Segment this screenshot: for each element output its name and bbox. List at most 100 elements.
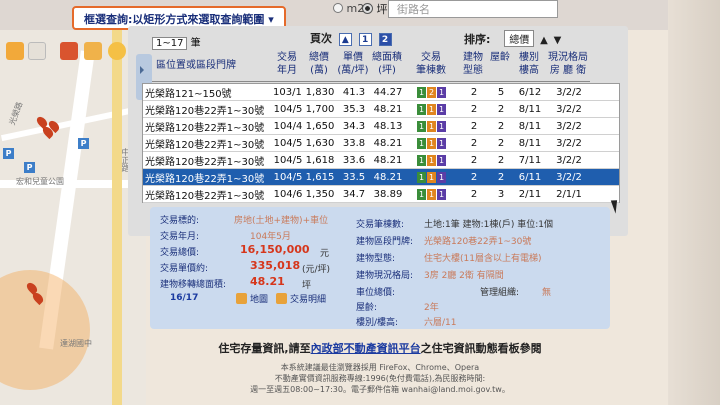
map-view[interactable]: 光榮路 中正路 P P P 宏和兒童公園 達湖國中 xyxy=(0,30,146,405)
table-cell: 48.21 xyxy=(373,103,403,115)
table-cell: 1,615 xyxy=(305,171,335,183)
table-cell: 104/4 xyxy=(273,120,303,132)
transaction-count-badges: 111 xyxy=(405,188,459,200)
table-row[interactable]: 光榮路120巷22弄1~30號 104/5 1,618 33.6 48.21 1 1 1 2 2 7… xyxy=(143,152,619,169)
sort-desc-icon[interactable]: ▼ xyxy=(554,35,562,46)
footer-notice: 住宅存量資訊,請至內政部不動產資訊平台之住宅資訊動態看板參閱 xyxy=(150,340,610,356)
land-count-icon: 1 xyxy=(417,172,426,183)
measure-icon[interactable] xyxy=(84,42,102,60)
sun-icon[interactable] xyxy=(108,42,126,60)
radio-checked-icon xyxy=(362,3,373,14)
sort-select[interactable]: 總價 xyxy=(504,30,535,47)
table-cell: 8/11 xyxy=(518,120,542,132)
table-cell: 2 xyxy=(470,154,478,166)
table-row[interactable]: 光榮路121~150號103/111,83041.344.27121256/12… xyxy=(143,84,619,101)
parking-icon: P xyxy=(78,138,89,149)
map-main-road xyxy=(112,30,122,405)
column-header: 單價 (萬/坪) xyxy=(336,48,370,82)
area-value: 48.21 xyxy=(250,275,285,288)
table-row[interactable]: 光榮路120巷22弄1~30號 104/5 1,700 35.3 48.21 1 1 1 2 2 8… xyxy=(143,101,619,118)
unit-ping-radio[interactable]: 坪 xyxy=(362,1,388,17)
transaction-count-badges: 111 xyxy=(405,120,459,132)
filter-icon[interactable] xyxy=(28,42,46,60)
table-cell: 48.21 xyxy=(373,137,403,149)
land-count-icon: 1 xyxy=(417,87,426,98)
table-cell: 光榮路120巷22弄1~30號 xyxy=(145,105,265,117)
table-cell: 1,830 xyxy=(305,86,335,98)
table-cell: 光榮路120巷22弄1~30號 xyxy=(145,139,265,151)
layout-label: 建物現況格局: xyxy=(356,271,414,281)
parking-price-label: 車位總價: xyxy=(356,288,396,298)
land-count-icon: 1 xyxy=(417,104,426,115)
table-cell: 8/11 xyxy=(518,137,542,149)
parking-count-icon: 1 xyxy=(437,172,446,183)
search-radius-circle xyxy=(0,270,90,390)
map-button[interactable]: 地圖 xyxy=(236,292,268,305)
table-cell: 48.13 xyxy=(373,120,403,132)
table-row[interactable]: 光榮路120巷22弄1~30號 104/5 1,615 33.5 48.21 1 1 1 2 2 6… xyxy=(143,169,619,186)
sort-label: 排序: xyxy=(464,33,491,46)
browser-note: 本系統建議最佳瀏覽器採用 FireFox、Chrome、Opera xyxy=(280,363,480,372)
table-cell: 光榮路120巷22弄1~30號 xyxy=(145,190,265,202)
table-cell: 2 xyxy=(497,137,505,149)
sort-asc-icon[interactable]: ▲ xyxy=(540,35,548,46)
table-cell: 1,630 xyxy=(305,137,335,149)
transaction-detail-button[interactable]: 交易明細 xyxy=(276,292,326,305)
table-row[interactable]: 光榮路120巷22弄1~30號 104/4 1,650 34.3 48.13 1 1 1 2 2 8… xyxy=(143,118,619,135)
unit-m2-radio[interactable]: m2 xyxy=(333,2,364,15)
map-road-label: 光榮路 xyxy=(7,100,25,127)
date-value: 104年5月 xyxy=(250,232,291,242)
table-row[interactable]: 光榮路120巷22弄1~30號 104/6 1,350 34.7 38.89 1 1 1 2 3 2… xyxy=(143,186,619,203)
block-label: 建物區段門牌: xyxy=(356,237,414,247)
table-cell: 光榮路120巷22弄1~30號 xyxy=(145,122,265,134)
table-cell: 6/12 xyxy=(518,86,542,98)
table-cell: 33.6 xyxy=(342,154,366,166)
building-count-icon: 1 xyxy=(427,189,436,200)
footer-notice-pre: 住宅存量資訊,請至 xyxy=(218,342,311,355)
table-cell: 104/5 xyxy=(273,103,303,115)
sort-control: 排序: 總價 ▲ ▼ xyxy=(464,30,561,47)
page-1-button[interactable]: 1 xyxy=(358,33,372,46)
prev-page-icon[interactable]: ▲ xyxy=(338,33,352,46)
table-cell: 48.21 xyxy=(373,154,403,166)
category-label: 交易標的: xyxy=(160,216,200,226)
management-label: 管理組織: xyxy=(480,288,520,298)
address-input[interactable]: 街路名 xyxy=(388,0,558,18)
table-row[interactable]: 光榮路120巷22弄1~30號 104/5 1,630 33.8 48.21 1 1 1 2 2 8… xyxy=(143,135,619,152)
footer-notice-post: 之住宅資訊動態看板參閱 xyxy=(420,342,542,355)
table-cell: 光榮路121~150號 xyxy=(145,88,232,100)
layout-value: 3房 2廳 2衛 有隔間 xyxy=(424,271,504,281)
building-count-icon: 1 xyxy=(427,155,436,166)
table-cell: 41.3 xyxy=(342,86,366,98)
total-price-unit: 元 xyxy=(320,249,330,259)
table-cell: 3/2/2 xyxy=(556,103,582,115)
table-cell: 44.27 xyxy=(373,86,403,98)
table-cell: 2/11 xyxy=(518,188,542,200)
home-icon[interactable] xyxy=(6,42,24,60)
age-value: 2年 xyxy=(424,303,439,313)
transaction-count-badges: 111 xyxy=(405,137,459,149)
age-label: 屋齡: xyxy=(356,303,378,313)
unit-price-label: 交易單價約: xyxy=(160,264,209,274)
table-cell: 1,700 xyxy=(305,103,335,115)
table-cell: 光榮路120巷22弄1~30號 xyxy=(145,173,265,185)
service-hotline: 不動產實價資訊服務專線:1996(免付費電話),為民服務時間: xyxy=(274,374,486,383)
page-2-button[interactable]: 2 xyxy=(378,33,392,46)
table-cell: 1,350 xyxy=(305,188,335,200)
table-cell: 103/11 xyxy=(273,86,303,98)
building-count-icon: 2 xyxy=(427,87,436,98)
building-count-icon: 1 xyxy=(427,121,436,132)
real-estate-platform-link[interactable]: 內政部不動產資訊平台 xyxy=(311,342,421,355)
table-cell: 33.8 xyxy=(342,137,366,149)
grid-icon[interactable] xyxy=(60,42,78,60)
record-index: 16/17 xyxy=(170,293,199,303)
column-header: 樓別 樓高 xyxy=(512,48,546,82)
page-footer: 住宅存量資訊,請至內政部不動產資訊平台之住宅資訊動態看板參閱 本系統建議最佳瀏覽… xyxy=(150,340,610,395)
parking-icon: P xyxy=(3,148,14,159)
building-count-icon: 1 xyxy=(427,172,436,183)
table-cell: 104/5 xyxy=(273,137,303,149)
transaction-count-badges: 121 xyxy=(405,86,459,98)
hint-text: 框選查詢:以矩形方式來選取查詢範圍 xyxy=(84,13,265,26)
transaction-count-badges: 111 xyxy=(405,103,459,115)
building-count-icon: 1 xyxy=(427,138,436,149)
